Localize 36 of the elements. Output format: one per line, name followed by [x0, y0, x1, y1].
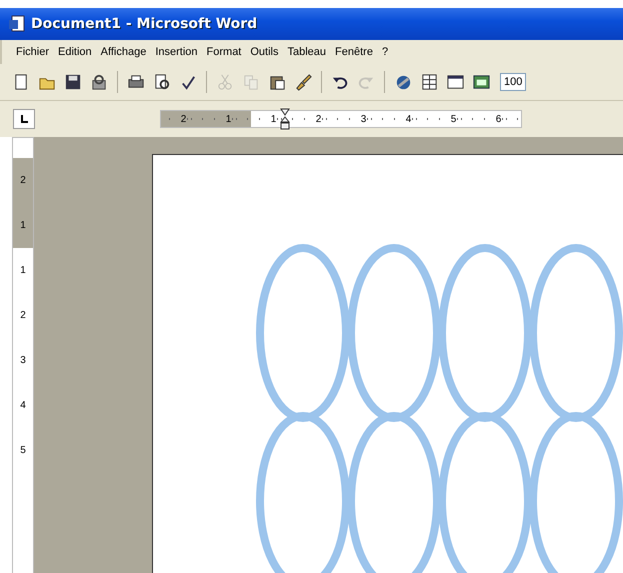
padlock-icon[interactable] [90, 72, 108, 92]
ruler-number: 3 [358, 114, 368, 124]
table-icon[interactable] [420, 72, 438, 92]
ruler-number: 1 [20, 265, 26, 276]
menu-item[interactable]: Format [202, 44, 246, 60]
zoom-field[interactable]: 100 [500, 73, 526, 91]
tab-selector[interactable] [13, 109, 35, 129]
ruler-number: 2 [20, 175, 26, 186]
ruler-number: 3 [20, 355, 26, 366]
ruler-number: 2 [314, 114, 324, 124]
ruler-number: 2 [20, 310, 26, 321]
ruler-number: 1 [224, 114, 234, 124]
ruler-number: 6 [494, 114, 504, 124]
magnifier-page-icon[interactable] [152, 72, 172, 92]
window-icon[interactable] [446, 72, 464, 92]
ruler-number: 5 [448, 114, 458, 124]
menu-item[interactable]: ? [378, 44, 392, 60]
ruler-number: 1 [20, 220, 26, 231]
indent-marker-icon[interactable] [280, 108, 290, 130]
menu-item[interactable]: Fichier [12, 44, 54, 60]
ruler-number: 4 [20, 400, 26, 411]
ruler-number: 1 [268, 114, 278, 124]
menu-item[interactable]: Edition [54, 44, 96, 60]
ruler-number: 2 [178, 114, 188, 124]
left-tab-icon [19, 114, 29, 124]
menu-item[interactable]: Outils [246, 44, 282, 60]
document-icon [8, 15, 26, 33]
menu-item[interactable]: Affichage [96, 44, 150, 60]
spreadsheet-icon[interactable] [472, 72, 490, 92]
menu-item[interactable]: Tableau [284, 44, 330, 60]
menu-item[interactable]: Fenêtre [331, 44, 377, 60]
window-title: Document1 - Microsoft Word [31, 16, 258, 32]
paintbrush-icon[interactable] [294, 72, 312, 92]
ruler-number: 4 [404, 114, 414, 124]
menu-item[interactable]: Insertion [151, 44, 202, 60]
ruler-number: 5 [20, 445, 26, 456]
